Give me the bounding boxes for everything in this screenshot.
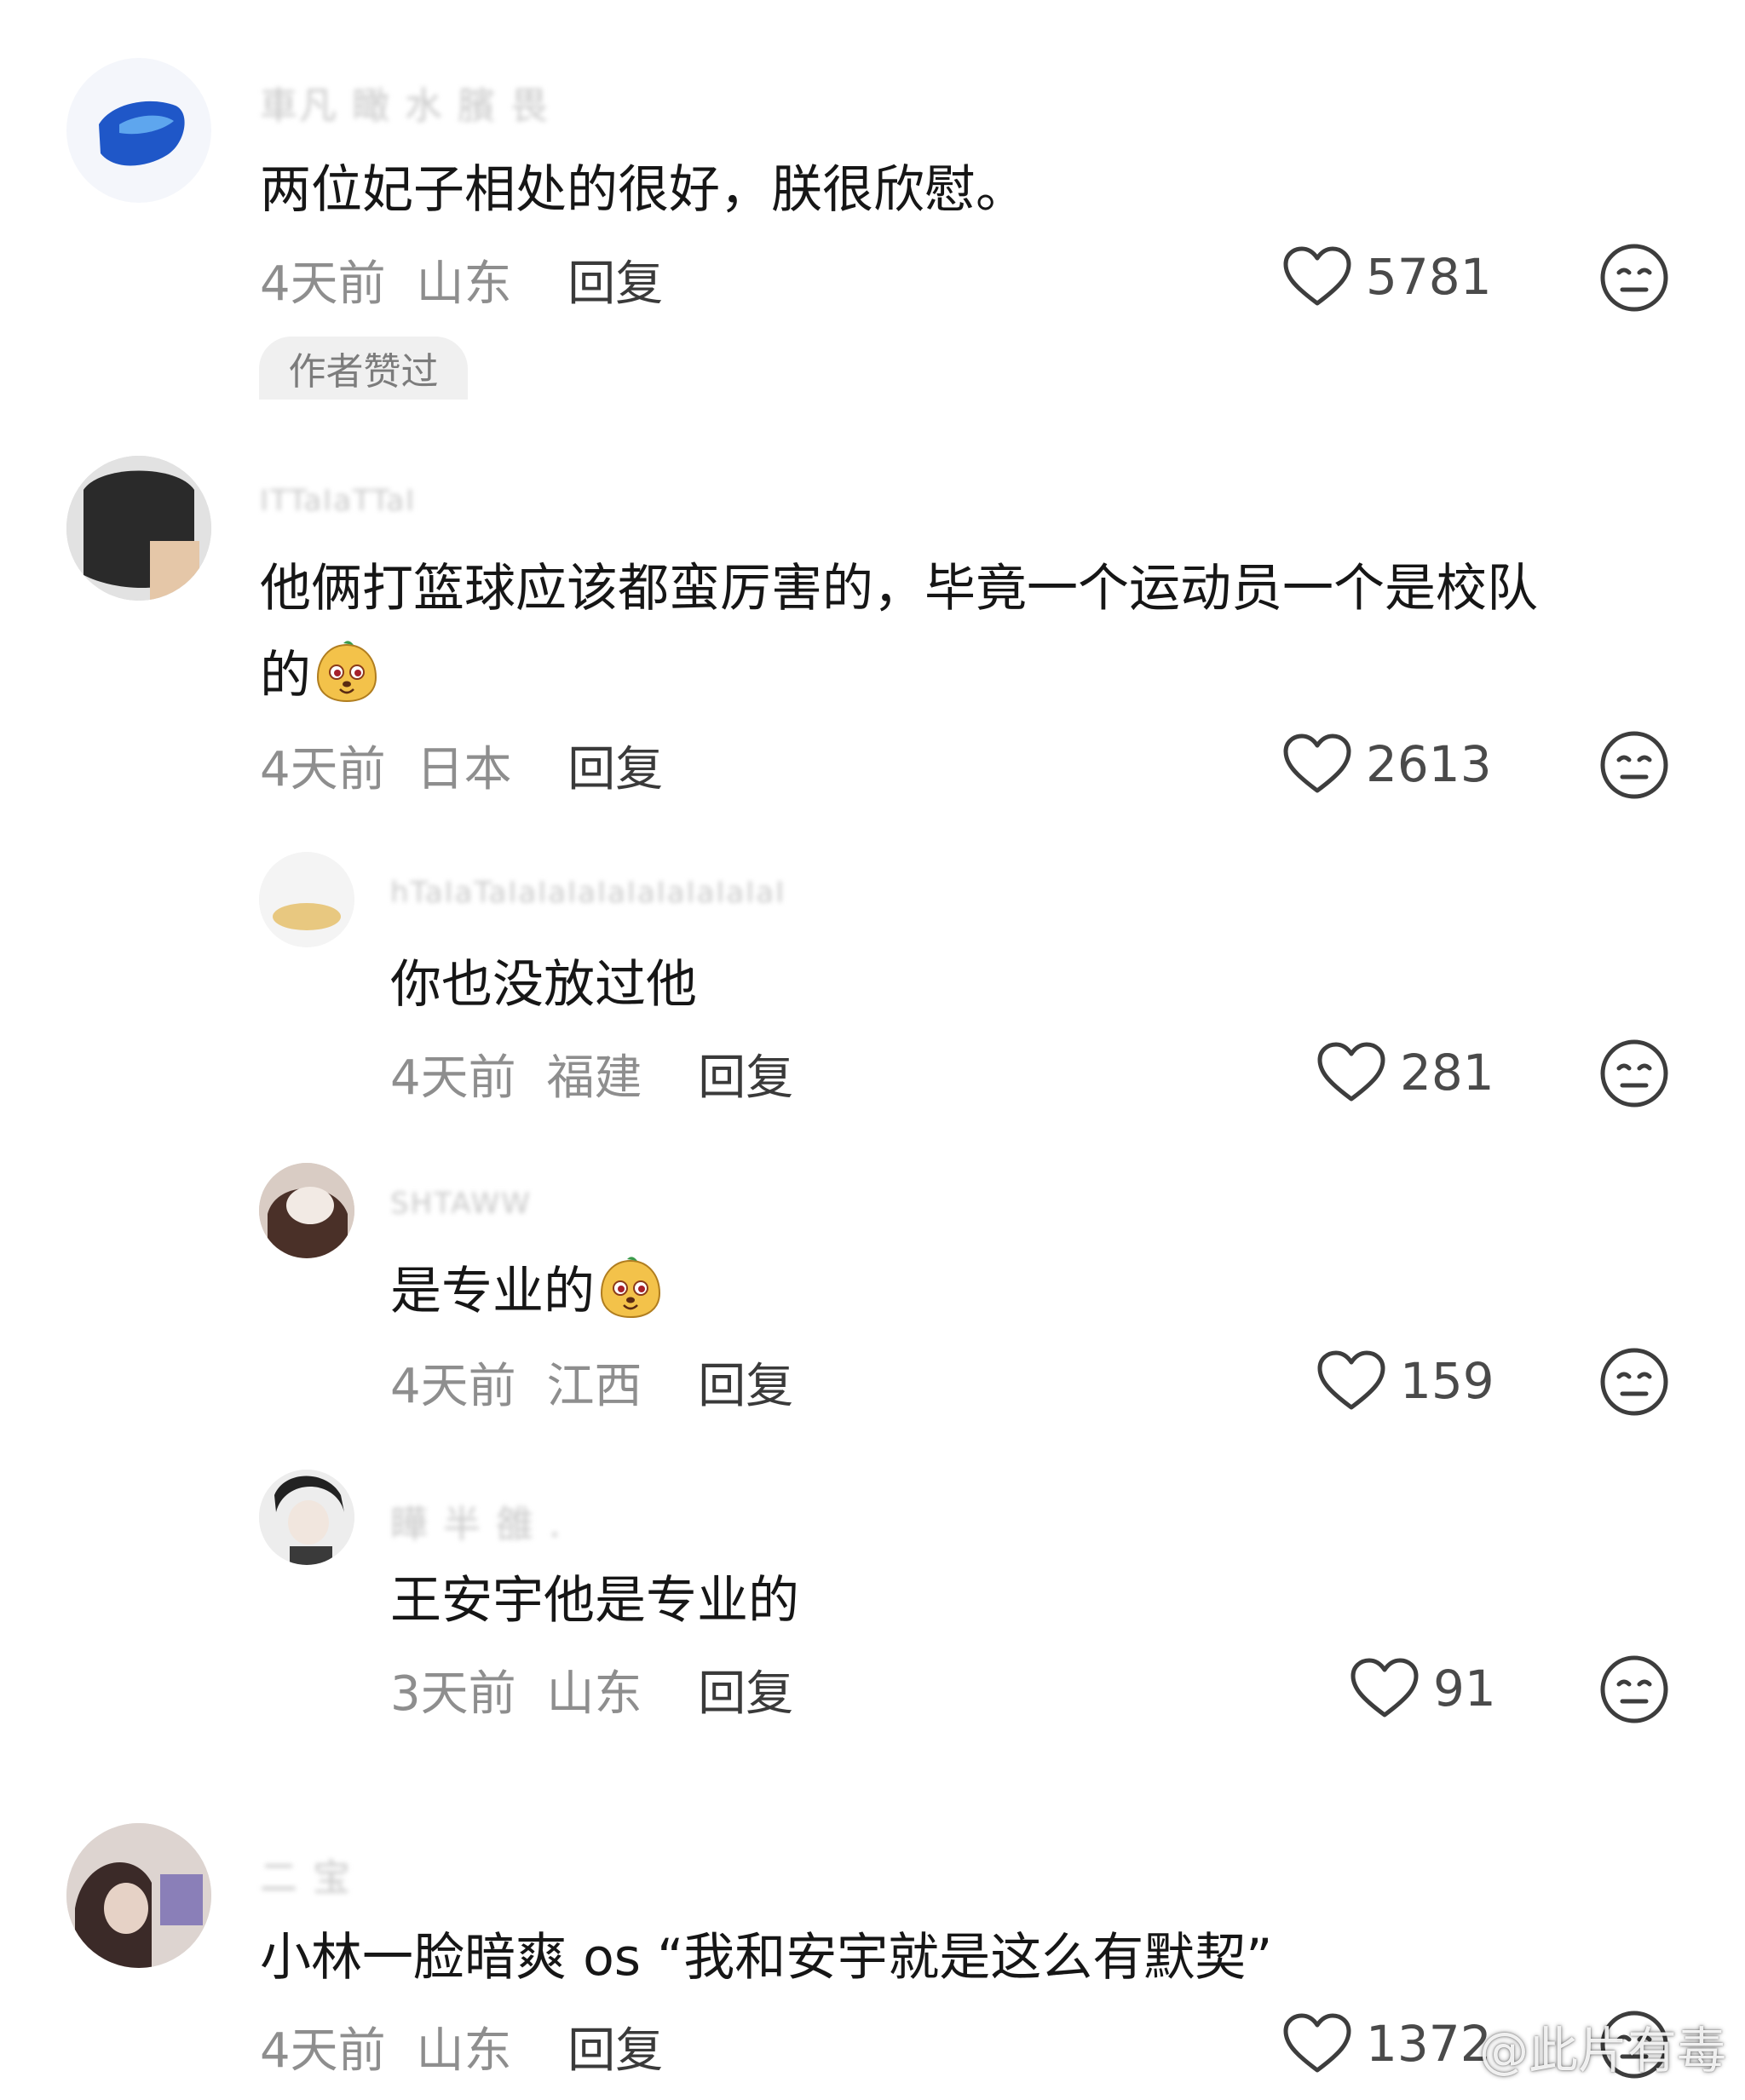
username[interactable]: SHTAWW xyxy=(390,1187,532,1221)
like-count: 5781 xyxy=(1366,248,1492,306)
reply-button[interactable]: 回复 xyxy=(567,256,663,312)
username[interactable]: 車凡 瞰 水 臏 畏 xyxy=(260,75,550,129)
avatar[interactable] xyxy=(259,1163,354,1258)
comment-text-fragment: 的 xyxy=(260,646,311,705)
comment-time: 4天前 xyxy=(260,256,386,312)
comment-text-fragment: 是专业的 xyxy=(390,1262,595,1321)
comment-time: 4天前 xyxy=(260,742,386,797)
watermark: @此片有毒 xyxy=(1478,2022,1726,2080)
reply-button[interactable]: 回复 xyxy=(567,2023,663,2079)
like-count: 91 xyxy=(1433,1660,1496,1717)
like-count: 1372 xyxy=(1366,2015,1492,2073)
comment-location: 山东 xyxy=(416,2023,512,2079)
comment-text: 小林一脸暗爽 os “我和安宇就是这么有默契” xyxy=(260,1928,1273,1988)
reply-button[interactable]: 回复 xyxy=(567,742,663,797)
heart-outline-icon xyxy=(1316,1349,1386,1412)
like-count: 281 xyxy=(1400,1044,1494,1102)
heart-outline-icon xyxy=(1282,2012,1352,2075)
avatar[interactable] xyxy=(66,456,211,601)
heart-outline-icon xyxy=(1282,733,1352,796)
comment-location: 江西 xyxy=(546,1359,642,1414)
comment-meta: 3天前 山东 回复 xyxy=(390,1655,793,1724)
like-button[interactable]: 91 xyxy=(1350,1657,1496,1720)
like-count: 2613 xyxy=(1366,735,1492,793)
comment-text: 王安宇他是专业的 xyxy=(390,1571,799,1631)
avatar[interactable] xyxy=(66,58,211,203)
username[interactable]: 二 宝 xyxy=(260,1847,352,1902)
comment-time: 4天前 xyxy=(390,1359,516,1414)
comment-meta: 4天前 山东 回复 xyxy=(260,245,663,314)
comment-text: 他俩打篮球应该都蛮厉害的，毕竟一个运动员一个是校队 的 xyxy=(260,545,1538,719)
reply-button[interactable]: 回复 xyxy=(698,1359,793,1414)
neutral-face-icon[interactable] xyxy=(1598,1038,1670,1109)
doge-emoji-icon xyxy=(314,640,379,705)
heart-outline-icon xyxy=(1282,245,1352,308)
username[interactable]: 瞱 半 雒 . xyxy=(390,1493,562,1548)
comment-time: 4天前 xyxy=(390,1050,516,1106)
comment-meta: 4天前 江西 回复 xyxy=(390,1348,793,1417)
comment-location: 山东 xyxy=(416,256,512,312)
like-button[interactable]: 281 xyxy=(1316,1041,1494,1104)
author-liked-badge: 作者赞过 xyxy=(259,337,468,400)
like-button[interactable]: 5781 xyxy=(1282,245,1492,308)
heart-outline-icon xyxy=(1350,1657,1420,1720)
comment-location: 日本 xyxy=(416,742,512,797)
neutral-face-icon[interactable] xyxy=(1598,729,1670,801)
neutral-face-icon[interactable] xyxy=(1598,242,1670,314)
comment-text: 两位妃子相处的很好，朕很欣慰。 xyxy=(260,160,1027,220)
comment-location: 福建 xyxy=(546,1050,642,1106)
avatar[interactable] xyxy=(259,1470,354,1565)
comment-meta: 4天前 山东 回复 xyxy=(260,2012,663,2081)
neutral-face-icon[interactable] xyxy=(1598,1346,1670,1418)
heart-outline-icon xyxy=(1316,1041,1386,1104)
like-count: 159 xyxy=(1400,1352,1494,1410)
neutral-face-icon[interactable] xyxy=(1598,1654,1670,1725)
reply-button[interactable]: 回复 xyxy=(698,1050,793,1106)
comment-time: 3天前 xyxy=(390,1666,516,1722)
username[interactable]: hTaIaTaIaIaIaIaIaIaIaIaIaI xyxy=(390,876,786,910)
doge-emoji-icon xyxy=(598,1256,663,1320)
comment-text: 你也没放过他 xyxy=(390,955,697,1015)
comment-location: 山东 xyxy=(546,1666,642,1722)
comment-time: 4天前 xyxy=(260,2023,386,2079)
like-button[interactable]: 1372 xyxy=(1282,2012,1492,2075)
like-button[interactable]: 2613 xyxy=(1282,733,1492,796)
like-button[interactable]: 159 xyxy=(1316,1349,1494,1412)
comment-text-line: 的 xyxy=(260,632,1538,719)
comment-text: 是专业的 xyxy=(390,1248,663,1335)
comment-meta: 4天前 日本 回复 xyxy=(260,731,663,800)
username[interactable]: ITTaIaTTaI xyxy=(260,484,416,518)
avatar[interactable] xyxy=(259,852,354,947)
avatar[interactable] xyxy=(66,1823,211,1968)
comment-meta: 4天前 福建 回复 xyxy=(390,1039,793,1108)
comment-text-line: 他俩打篮球应该都蛮厉害的，毕竟一个运动员一个是校队 xyxy=(260,559,1538,618)
reply-button[interactable]: 回复 xyxy=(698,1666,793,1722)
